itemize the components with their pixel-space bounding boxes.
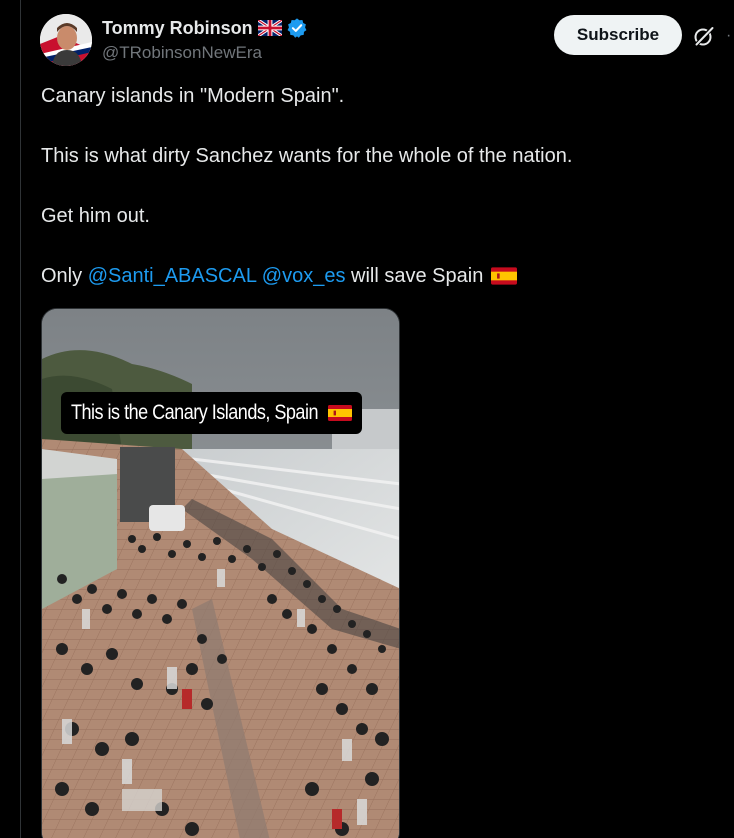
verified-badge-icon[interactable] [286, 17, 308, 39]
author-handle[interactable]: @TRobinsonNewEra [102, 43, 262, 63]
video-frame [42, 309, 399, 838]
tweet-text-fragment: Only [41, 265, 88, 287]
tweet-line: This is what dirty Sanchez wants for the… [41, 145, 573, 167]
mention-link-santi-abascal[interactable]: @Santi_ABASCAL [88, 265, 257, 287]
avatar-image [40, 14, 92, 66]
mention-link-vox-es[interactable]: @vox_es [262, 265, 346, 287]
video-media[interactable]: This is the Canary Islands, Spain [41, 308, 400, 838]
tweet-text-fragment: will save Spain [345, 265, 489, 287]
avatar[interactable] [40, 14, 92, 66]
video-caption: This is the Canary Islands, Spain [61, 392, 363, 434]
tweet-line: Only @Santi_ABASCAL @vox_es will save Sp… [41, 264, 711, 288]
more-icon[interactable]: · [726, 27, 734, 45]
timeline-divider [20, 0, 21, 838]
video-caption-text: This is the Canary Islands, Spain [71, 401, 318, 424]
tweet-line: Canary islands in "Modern Spain". [41, 85, 345, 107]
subscribe-button[interactable]: Subscribe [554, 15, 682, 55]
spain-flag-icon [490, 267, 517, 285]
spain-flag-icon [328, 405, 353, 421]
tweet-text: Canary islands in "Modern Spain". This i… [41, 84, 711, 324]
author-name-row[interactable]: Tommy Robinson [102, 16, 308, 40]
display-name[interactable]: Tommy Robinson [102, 18, 253, 39]
tweet-line: Get him out. [41, 205, 150, 227]
grok-icon[interactable] [692, 24, 716, 48]
uk-flag-icon [257, 20, 282, 36]
